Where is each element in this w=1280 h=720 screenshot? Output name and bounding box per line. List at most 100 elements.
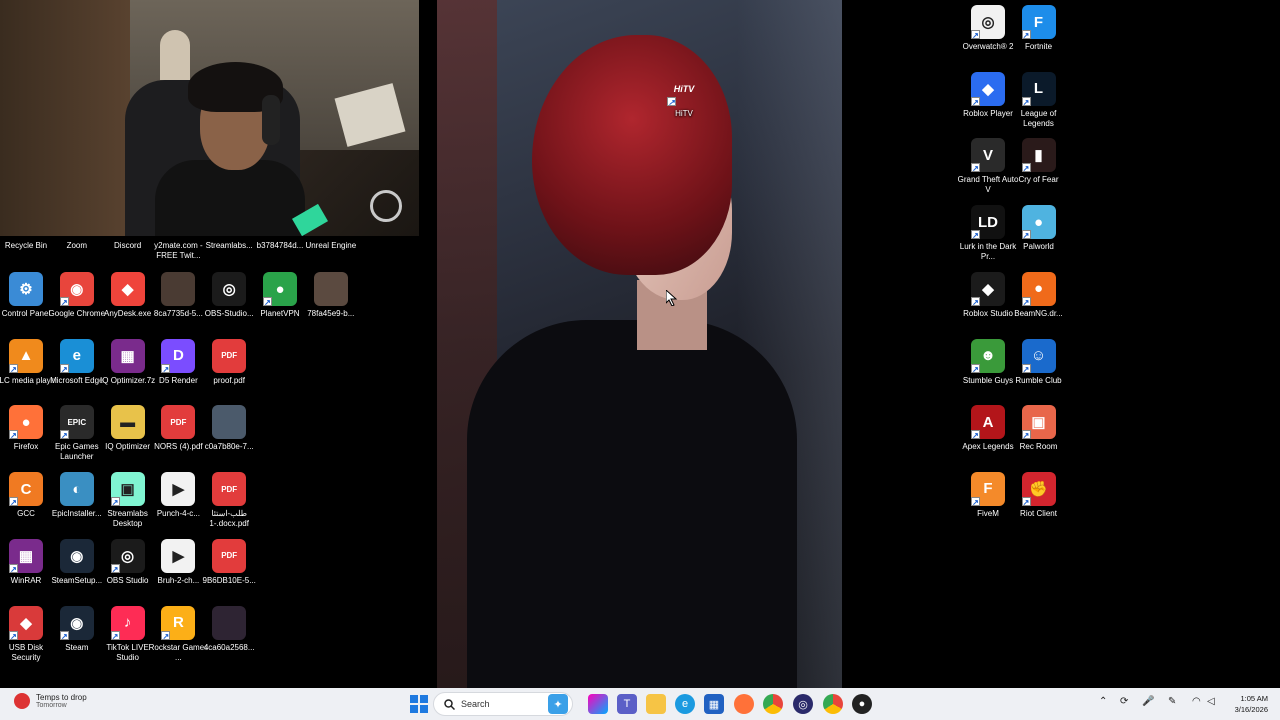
app-icon: ◎ ↗ [971,5,1005,40]
copilot-icon[interactable] [588,694,608,714]
shortcut-arrow-icon: ↗ [971,230,980,241]
shortcut-arrow-icon: ↗ [1021,430,1031,441]
shortcut-arrow-icon: ↗ [971,496,980,507]
desktop-icon-label[interactable]: Unreal Engine [299,241,363,251]
webcam-overlay [0,0,419,236]
search-placeholder: Search [461,699,490,709]
weather-subline: Tomorrow [36,702,67,709]
desktop-icon-label: Fortnite [1024,42,1053,51]
app-icon: e ↗ [59,338,94,374]
desktop-icon-hitv[interactable]: HiTV ↗ HiTV [658,72,710,119]
chrome-icon[interactable] [763,694,783,714]
desktop-icon[interactable]: ▣ ↗ Streamlabs Desktop [102,472,154,529]
app-icon: PDF [212,538,247,573]
clock-date: 3/16/2026 [1234,705,1268,714]
edge-icon[interactable]: e [675,694,695,714]
teams-icon[interactable]: T [617,694,637,714]
app-icon: ▲ ↗ [9,338,43,374]
tray-mic-icon[interactable]: 🎤 [1142,696,1154,707]
chrome-profile-icon[interactable] [823,694,843,714]
tray-pen-icon[interactable]: ✎ [1168,696,1176,707]
desktop-icon[interactable]: ◆ ↗ USB Disk Security [0,605,52,663]
desktop-icon[interactable]: PDF 9B6DB10E-5... [203,538,256,586]
desktop-icon[interactable]: PDF طلب-استئا -1.docx.pdf [203,472,255,529]
shortcut-arrow-icon: ↗ [971,163,980,174]
app-icon [313,272,348,306]
shortcut-arrow-icon: ↗ [9,363,18,374]
app-icon: ◐ [59,472,94,507]
shortcut-arrow-icon: ↗ [110,630,120,641]
taskbar-widget-icon[interactable]: ✦ [548,694,568,714]
desktop-icon-label: 4ca60a2568... [203,642,255,652]
shortcut-arrow-icon: ↗ [1021,496,1031,507]
tray-chevron-icon[interactable]: ⌃ [1099,696,1107,707]
app-icon: ◆ ↗ [9,605,43,641]
desktop-icon[interactable]: 4ca60a2568... [203,605,255,653]
app-icon: ▶ [161,538,196,573]
shortcut-arrow-icon: ↗ [971,430,980,441]
desktop-icon[interactable]: ☺ ↗ Rumble Club [1013,338,1065,386]
app-icon: ✊ ↗ [1021,471,1056,507]
shortcut-arrow-icon: ↗ [9,563,18,574]
desktop-icon[interactable]: ✊ ↗ Riot Client [1013,471,1065,519]
app-icon: ▮ ↗ [1021,138,1056,173]
obs-taskbar-icon[interactable]: ◎ [793,694,813,714]
app-icon: ◎ ↗ [110,538,145,574]
desktop-icon[interactable]: PDF proof.pdf [203,338,255,386]
app-icon: ● ↗ [1021,205,1056,241]
desktop-icon[interactable]: F ↗ Fortnite [1013,5,1065,52]
desktop-icon-label: Rumble Club [1015,375,1062,385]
system-clock[interactable]: 1:05 AM 3/16/2026 [1222,693,1268,715]
volume-icon[interactable]: ◁ [1207,696,1215,707]
tray-app-icon[interactable]: ⟳ [1120,696,1128,707]
desktop-icon-label: c0a7b80e-7... [204,442,254,452]
app-icon: ▬ [110,405,145,440]
app-icon: F ↗ [971,471,1005,507]
desktop-icon[interactable]: ● ↗ Palworld [1013,205,1065,252]
app-icon: EPIC ↗ [59,405,94,441]
shortcut-arrow-icon: ↗ [59,430,69,441]
clock-time: 1:05 AM [1240,694,1268,703]
desktop-icon-label: Riot Client [1020,508,1057,518]
shortcut-arrow-icon: ↗ [263,297,272,307]
mouse-cursor-icon [666,290,678,306]
app-icon: R ↗ [161,605,196,641]
app-icon [212,405,247,440]
wallpaper-jacket [467,320,797,688]
shortcut-arrow-icon: ↗ [59,297,69,307]
app-icon: PDF [212,338,247,373]
shortcut-arrow-icon: ↗ [110,563,120,574]
desktop-icon[interactable]: LD ↗ Lurk in the Dark Pr... [960,205,1016,262]
wifi-icon[interactable]: ◠ [1192,696,1201,707]
desktop-icon[interactable]: 78fa45e9-b... [305,272,357,319]
desktop-icon[interactable]: R ↗ Rockstar Games ... [149,605,208,663]
desktop-icon[interactable]: ▮ ↗ Cry of Fear [1013,138,1065,185]
app-icon: ☺ ↗ [1021,338,1056,374]
app-icon: ◉ ↗ [59,272,94,307]
store-icon[interactable]: ▦ [704,694,724,714]
shortcut-arrow-icon: ↗ [971,30,980,40]
desktop-icon[interactable]: L ↗ League of Legends [1013,71,1065,129]
shortcut-arrow-icon: ↗ [9,497,18,508]
file-explorer-icon[interactable] [646,694,666,714]
desktop-icon[interactable]: ● ↗ BeamNG.dr... [1013,271,1065,319]
webcam-headset [262,95,280,145]
shortcut-arrow-icon: ↗ [1021,230,1031,241]
app-icon [161,272,196,306]
firefox-icon[interactable] [734,694,754,714]
desktop-icon[interactable]: V ↗ Grand Theft Auto V [958,138,1018,195]
app-icon: C ↗ [9,472,43,508]
app-icon: ▶ [161,472,196,507]
shortcut-arrow-icon: ↗ [1021,30,1031,40]
app-icon: ⚙ [9,272,43,306]
weather-widget[interactable]: Temps to drop Tomorrow [14,693,87,709]
app-taskbar-icon[interactable]: ● [852,694,872,714]
webcam-arch [160,30,190,80]
shortcut-arrow-icon: ↗ [59,363,69,374]
desktop-icon[interactable]: ▣ ↗ Rec Room [1013,405,1065,452]
desktop-icon[interactable]: c0a7b80e-7... [203,405,255,452]
start-button[interactable] [409,694,429,714]
webcam-person-body [155,160,305,236]
app-icon: ● ↗ [9,405,43,440]
desktop-icon[interactable]: EPIC ↗ Epic Games Launcher [51,405,103,462]
